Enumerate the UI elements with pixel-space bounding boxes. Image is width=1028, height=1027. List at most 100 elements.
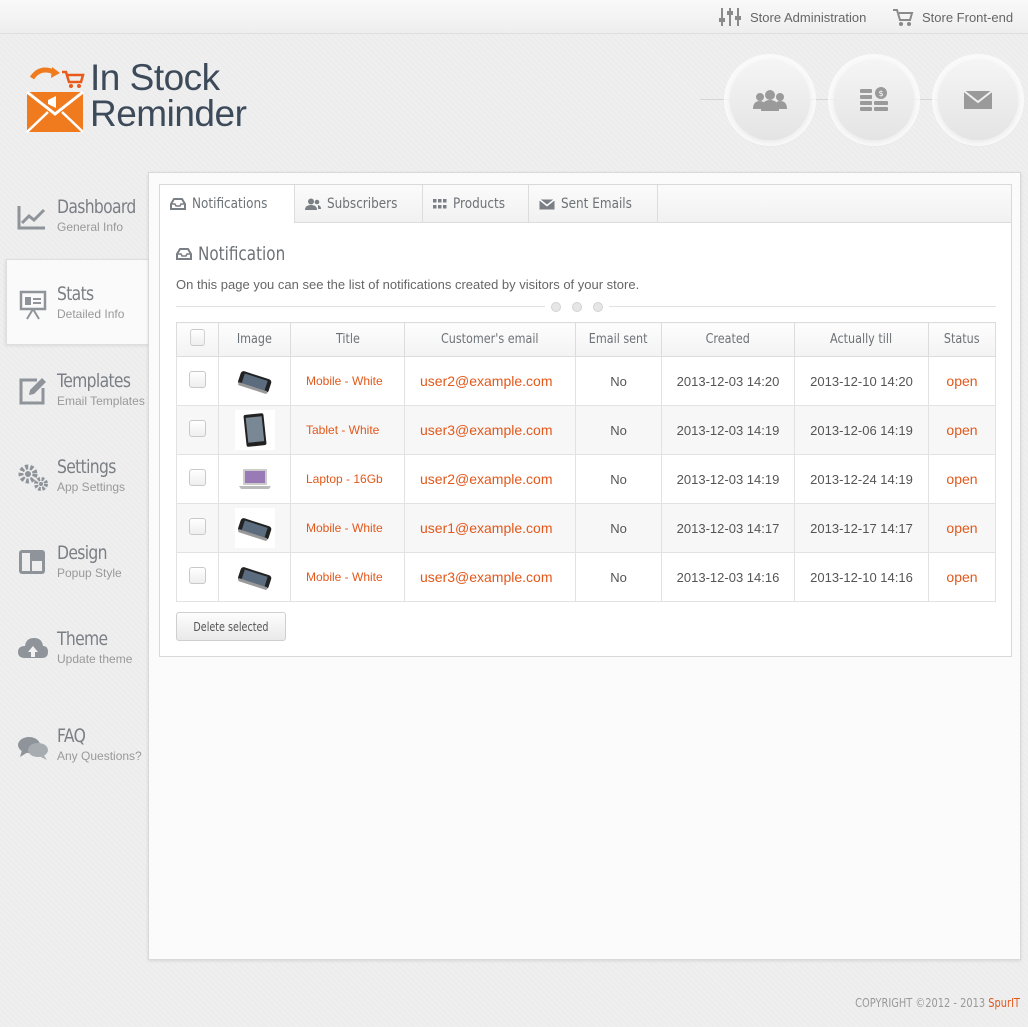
customer-email-link[interactable]: user3@example.com xyxy=(404,405,576,455)
app-logo: In Stock Reminder xyxy=(26,57,286,140)
sidebar-item-design[interactable]: Design Popup Style xyxy=(0,522,148,608)
customer-email-link[interactable]: user3@example.com xyxy=(404,552,576,602)
row-checkbox[interactable] xyxy=(189,420,206,437)
tab-label: Products xyxy=(453,196,506,212)
status-link[interactable]: open xyxy=(928,552,996,602)
sidebar-item-subtitle: Email Templates xyxy=(57,394,145,408)
customer-email-link[interactable]: user1@example.com xyxy=(404,503,576,553)
sidebar-item-stats[interactable]: Stats Detailed Info xyxy=(6,259,150,345)
page-description: On this page you can see the list of not… xyxy=(176,277,640,292)
status-link[interactable]: open xyxy=(928,405,996,455)
brand-link[interactable]: SpurIT xyxy=(988,996,1020,1010)
notifications-table: Image Title Customer's email Email sent … xyxy=(176,322,996,602)
column-header-title: Title xyxy=(290,322,405,357)
email-sent-cell: No xyxy=(575,405,662,455)
logo-line2: Reminder xyxy=(90,93,247,134)
envelope-icon xyxy=(963,90,993,109)
sidebar-item-subtitle: App Settings xyxy=(57,480,126,494)
chart-icon xyxy=(17,206,46,230)
row-select-cell xyxy=(176,454,219,504)
inbox-icon xyxy=(176,248,192,260)
sidebar-item-subtitle: Update theme xyxy=(57,652,133,666)
product-title-link[interactable]: Mobile - White xyxy=(290,503,405,553)
email-sent-cell: No xyxy=(575,454,662,504)
product-image-cell xyxy=(218,552,291,602)
sidebar-item-subtitle: General Info xyxy=(57,220,124,234)
logo-icon xyxy=(26,67,85,133)
created-cell: 2013-12-03 14:20 xyxy=(661,356,795,406)
page-title: Notification xyxy=(198,243,286,265)
row-checkbox[interactable] xyxy=(189,371,206,388)
delete-selected-label: Delete selected xyxy=(193,619,269,634)
row-select-cell xyxy=(176,503,219,553)
product-title-link[interactable]: Mobile - White xyxy=(290,552,405,602)
customer-email-link[interactable]: user2@example.com xyxy=(404,356,576,406)
select-all-checkbox[interactable] xyxy=(190,329,205,346)
logo-line1: In Stock xyxy=(90,57,220,98)
column-header-status: Status xyxy=(928,322,996,357)
customer-email-link[interactable]: user2@example.com xyxy=(404,454,576,504)
sidebar-item-templates[interactable]: Templates Email Templates xyxy=(0,350,148,436)
emails-circle-button[interactable] xyxy=(938,60,1018,140)
notifications-card: Notifications Subscribers Products Sent … xyxy=(159,184,1012,657)
divider-dots xyxy=(545,301,609,313)
sidebar-item-theme[interactable]: Theme Update theme xyxy=(0,608,148,694)
email-sent-cell: No xyxy=(575,552,662,602)
store-administration-link[interactable]: Store Administration xyxy=(718,7,866,27)
users-icon xyxy=(304,198,321,210)
delete-selected-button[interactable]: Delete selected xyxy=(176,612,286,641)
status-link[interactable]: open xyxy=(928,356,996,406)
table-header-row: Image Title Customer's email Email sent … xyxy=(176,322,996,357)
sidebar-item-title: Settings xyxy=(57,456,116,478)
product-title-link[interactable]: Tablet - White xyxy=(290,405,405,455)
inbox-icon xyxy=(170,198,186,210)
row-checkbox[interactable] xyxy=(189,567,206,584)
cloud-upload-icon xyxy=(18,638,48,658)
product-image-cell xyxy=(218,454,291,504)
email-sent-cell: No xyxy=(575,356,662,406)
actually-till-cell: 2013-12-17 14:17 xyxy=(794,503,929,553)
product-thumbnail xyxy=(234,459,275,499)
copyright-text: COPYRIGHT ©2012 - 2013 xyxy=(855,996,986,1010)
product-title-link[interactable]: Mobile - White xyxy=(290,356,405,406)
tab-label: Sent Emails xyxy=(560,196,632,212)
grid-icon xyxy=(433,199,447,209)
sidebar-item-title: Design xyxy=(57,542,108,564)
email-sent-cell: No xyxy=(575,503,662,553)
tab-bar: Notifications Subscribers Products Sent … xyxy=(160,185,1011,223)
logo-text: In Stock Reminder xyxy=(90,57,247,134)
store-frontend-link[interactable]: Store Front-end xyxy=(892,7,1013,27)
sidebar-item-faq[interactable]: FAQ Any Questions? xyxy=(0,705,148,791)
tab-subscribers[interactable]: Subscribers xyxy=(295,185,424,223)
row-checkbox[interactable] xyxy=(189,469,206,486)
store-administration-label: Store Administration xyxy=(750,9,867,25)
tab-notifications[interactable]: Notifications xyxy=(160,185,295,223)
circle-connector xyxy=(700,99,730,100)
actually-till-cell: 2013-12-10 14:16 xyxy=(794,552,929,602)
product-thumbnail xyxy=(234,508,275,548)
product-image-cell xyxy=(218,356,291,406)
sidebar-item-title: Stats xyxy=(57,283,94,305)
revenue-circle-button[interactable]: $ xyxy=(834,60,914,140)
sidebar-item-settings[interactable]: Settings App Settings xyxy=(0,436,148,522)
subscribers-circle-button[interactable] xyxy=(730,60,810,140)
actually-till-cell: 2013-12-10 14:20 xyxy=(794,356,929,406)
circle-connector xyxy=(810,99,836,100)
table-row: Laptop - 16Gb user2@example.com No 2013-12-… xyxy=(176,454,996,504)
created-cell: 2013-12-03 14:16 xyxy=(661,552,795,602)
status-link[interactable]: open xyxy=(928,503,996,553)
created-cell: 2013-12-03 14:19 xyxy=(661,405,795,455)
presentation-icon xyxy=(19,290,47,320)
row-select-cell xyxy=(176,405,219,455)
select-all-header xyxy=(176,322,219,357)
tab-products[interactable]: Products xyxy=(423,185,529,223)
created-cell: 2013-12-03 14:19 xyxy=(661,454,795,504)
status-link[interactable]: open xyxy=(928,454,996,504)
row-checkbox[interactable] xyxy=(189,518,206,535)
sidebar-item-dashboard[interactable]: Dashboard General Info xyxy=(0,176,148,262)
main-panel: Notifications Subscribers Products Sent … xyxy=(148,172,1021,960)
column-header-created: Created xyxy=(661,322,795,357)
product-title-link[interactable]: Laptop - 16Gb xyxy=(290,454,405,504)
sidebar-item-subtitle: Detailed Info xyxy=(57,307,125,321)
tab-sent-emails[interactable]: Sent Emails xyxy=(529,185,659,223)
